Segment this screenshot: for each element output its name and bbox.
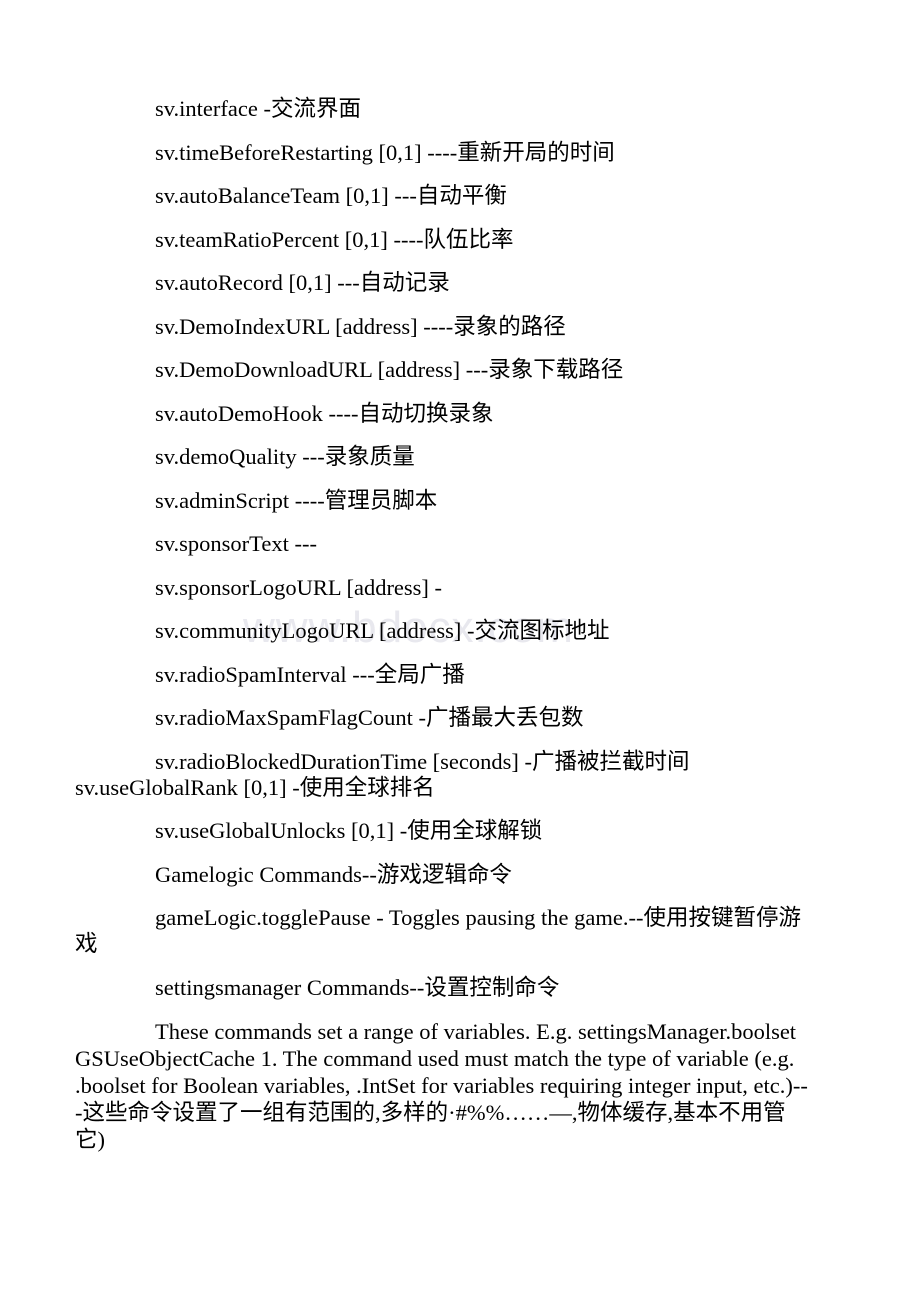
command-line: sv.communityLogoURL [address] -交流图标地址	[155, 618, 610, 643]
command-line: sv.teamRatioPercent [0,1] ----队伍比率	[155, 226, 514, 252]
closing-paragraph: These commands set a range of variables.…	[75, 1019, 808, 1152]
command-line: sv.sponsorLogoURL [address] -	[155, 574, 443, 600]
command-line: gameLogic.togglePause - Toggles pausing …	[75, 905, 802, 956]
section-heading-gamelogic: Gamelogic Commands--游戏逻辑命令	[155, 861, 512, 887]
command-line: sv.autoDemoHook ----自动切换录象	[155, 400, 494, 426]
command-line: sv.autoBalanceTeam [0,1] ---自动平衡	[155, 183, 507, 208]
command-line: sv.DemoIndexURL [address] ----录象的路径	[155, 313, 566, 339]
command-line: sv.adminScript ----管理员脚本	[155, 487, 438, 513]
command-line: sv.radioSpamInterval ---全局广播	[155, 661, 465, 687]
command-line: sv.radioMaxSpamFlagCount -广播最大丢包数	[155, 705, 584, 730]
command-line: sv.autoRecord [0,1] ---自动记录	[155, 270, 450, 295]
command-line: sv.sponsorText ---	[155, 531, 317, 556]
command-line: sv.interface -交流界面	[155, 96, 361, 121]
command-line: sv.timeBeforeRestarting [0,1] ----重新开局的时…	[155, 139, 615, 165]
command-line: sv.demoQuality ---录象质量	[155, 444, 415, 469]
document-page: www.bdocx.com sv.interface -交流界面 sv.time…	[0, 0, 920, 1302]
command-line: sv.radioBlockedDurationTime [seconds] -广…	[75, 748, 690, 800]
section-heading-settingsmanager: settingsmanager Commands--设置控制命令	[155, 974, 560, 1000]
command-line: sv.useGlobalUnlocks [0,1] -使用全球解锁	[155, 818, 543, 843]
command-line: sv.DemoDownloadURL [address] ---录象下载路径	[155, 357, 624, 382]
document-body: sv.interface -交流界面 sv.timeBeforeRestarti…	[75, 96, 811, 1153]
